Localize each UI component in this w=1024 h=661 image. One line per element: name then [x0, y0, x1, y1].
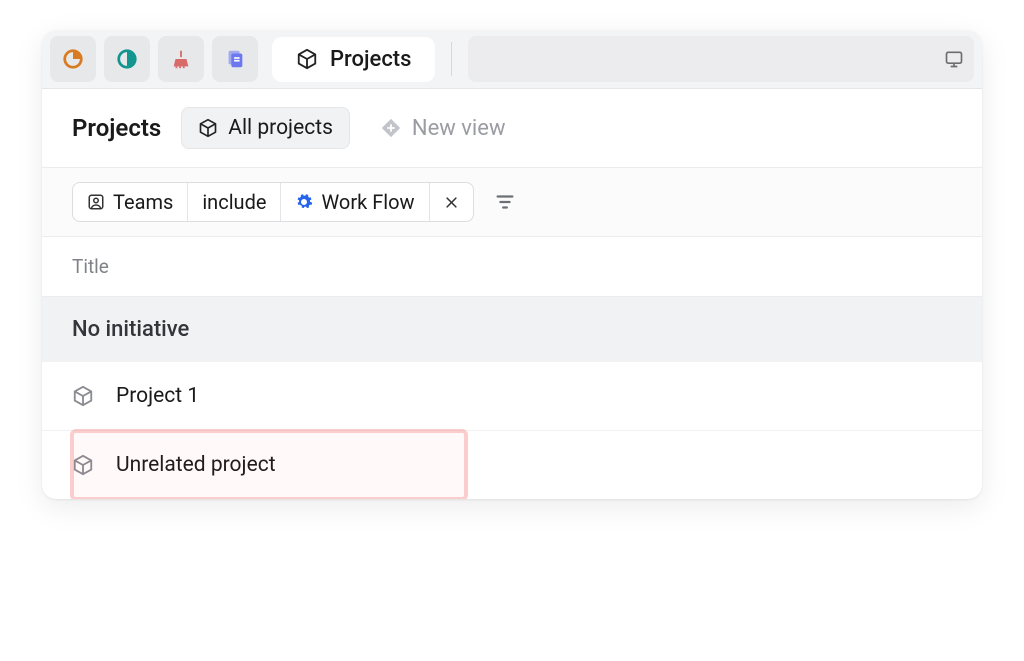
diamond-plus-icon [380, 117, 402, 139]
tab-icon-docs[interactable] [212, 36, 258, 82]
box-icon [296, 48, 318, 70]
app-window: Projects Projects All projects New view … [42, 30, 982, 499]
tab-icon-target[interactable] [50, 36, 96, 82]
filter-field-label: Teams [113, 190, 173, 214]
tab-icon-contrast[interactable] [104, 36, 150, 82]
chip-label: All projects [228, 116, 333, 140]
filter-icon [494, 191, 516, 213]
filter-field[interactable]: Teams [73, 183, 188, 221]
box-icon [198, 118, 218, 138]
tab-divider [451, 42, 452, 76]
screen-icon [944, 49, 964, 69]
group-header[interactable]: No initiative [42, 297, 982, 362]
gear-icon [295, 193, 313, 211]
close-icon [444, 195, 459, 210]
tab-projects[interactable]: Projects [272, 37, 435, 82]
filter-operator[interactable]: include [188, 183, 281, 221]
view-header: Projects All projects New view [42, 89, 982, 168]
new-view-label: New view [412, 116, 506, 141]
broom-icon [170, 48, 192, 70]
tab-icon-broom[interactable] [158, 36, 204, 82]
filter-value[interactable]: Work Flow [281, 183, 429, 221]
target-icon [62, 48, 84, 70]
filter-value-label: Work Flow [321, 190, 414, 214]
group-label: No initiative [72, 317, 189, 342]
project-name: Project 1 [116, 384, 199, 408]
contrast-icon [116, 48, 138, 70]
box-icon [72, 454, 94, 476]
page-title: Projects [72, 114, 161, 142]
docs-icon [224, 48, 246, 70]
search-area[interactable] [468, 36, 974, 82]
column-label: Title [72, 255, 109, 278]
filter-pill: Teams include Work Flow [72, 182, 474, 222]
filter-menu-button[interactable] [488, 185, 522, 219]
filter-bar: Teams include Work Flow [42, 168, 982, 237]
people-icon [87, 193, 105, 211]
tab-label: Projects [330, 47, 411, 72]
filter-op-label: include [202, 190, 266, 214]
project-row[interactable]: Unrelated project [42, 431, 982, 499]
new-view-button[interactable]: New view [380, 116, 506, 141]
view-chip-all-projects[interactable]: All projects [181, 107, 350, 149]
tabstrip: Projects [42, 30, 982, 89]
project-row[interactable]: Project 1 [42, 362, 982, 431]
box-icon [72, 385, 94, 407]
column-header-title[interactable]: Title [42, 237, 982, 297]
filter-remove[interactable] [430, 183, 473, 221]
project-name: Unrelated project [116, 453, 276, 477]
